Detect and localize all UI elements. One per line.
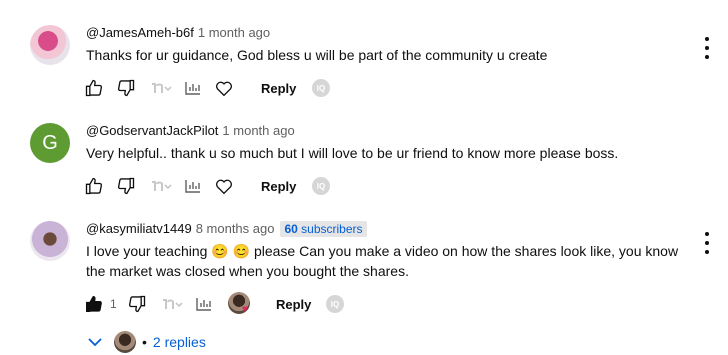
reply-button[interactable]: Reply [276, 297, 311, 312]
author-name[interactable]: @JamesAmeh-b6f [86, 25, 194, 40]
extension-icon[interactable]: IQ [326, 295, 344, 313]
subscriber-badge: 60 subscribers [280, 221, 367, 237]
comment-text: Thanks for ur guidance, God bless u will… [86, 47, 548, 63]
separator-dot: • [142, 334, 147, 350]
stats-icon[interactable] [184, 80, 202, 96]
replies-link[interactable]: 2 replies [153, 334, 206, 350]
subscriber-count: 60 [284, 222, 298, 236]
avatar[interactable] [30, 221, 70, 261]
comment-actions [84, 76, 234, 100]
dislike-icon[interactable] [127, 294, 147, 314]
more-options-icon[interactable] [700, 37, 714, 59]
like-count: 1 [110, 297, 117, 311]
like-icon-filled[interactable] [84, 294, 104, 314]
author-name[interactable]: @kasymiliatv1449 [86, 221, 192, 236]
comment-actions: 1 [84, 292, 213, 316]
replier-avatar [114, 331, 136, 353]
stats-icon[interactable] [195, 296, 213, 312]
avatar[interactable]: G [30, 123, 70, 163]
creator-heart-icon: ♥ [242, 304, 248, 315]
sort-votes-icon [150, 81, 172, 95]
reply-button[interactable]: Reply [261, 81, 296, 96]
comment-text-line: the market was closed when you bought th… [86, 263, 409, 279]
comment-header: @GodservantJackPilot 1 month ago [86, 123, 295, 139]
avatar[interactable] [30, 25, 70, 65]
comment-time[interactable]: 1 month ago [222, 123, 294, 138]
more-options-icon[interactable] [700, 232, 714, 254]
extension-icon[interactable]: IQ [312, 177, 330, 195]
comment-time[interactable]: 1 month ago [198, 25, 270, 40]
dislike-icon[interactable] [116, 176, 136, 196]
like-icon[interactable] [84, 78, 104, 98]
reply-button[interactable]: Reply [261, 179, 296, 194]
view-replies-button[interactable]: • 2 replies [88, 330, 206, 354]
comment-text-line: I love your teaching 😊 😊 please Can you … [86, 243, 679, 259]
stats-icon[interactable] [184, 178, 202, 194]
comment-actions [84, 174, 234, 198]
author-name[interactable]: @GodservantJackPilot [86, 123, 218, 138]
heart-icon[interactable] [214, 177, 234, 195]
heart-icon[interactable] [214, 79, 234, 97]
comment-header: @kasymiliatv1449 8 months ago 60 subscribe… [86, 221, 367, 237]
dislike-icon[interactable] [116, 78, 136, 98]
comment-header: @JamesAmeh-b6f 1 month ago [86, 25, 270, 41]
subscriber-label: subscribers [301, 222, 363, 236]
like-icon[interactable] [84, 176, 104, 196]
comment-text: Very helpful.. thank u so much but I wil… [86, 145, 619, 161]
sort-votes-icon [150, 179, 172, 193]
comment-time[interactable]: 8 months ago [196, 221, 275, 236]
extension-icon[interactable]: IQ [312, 79, 330, 97]
comment-text: I love your teaching 😊 😊 please Can you … [86, 241, 686, 281]
sort-votes-icon [161, 297, 183, 311]
chevron-down-icon[interactable] [88, 337, 102, 347]
